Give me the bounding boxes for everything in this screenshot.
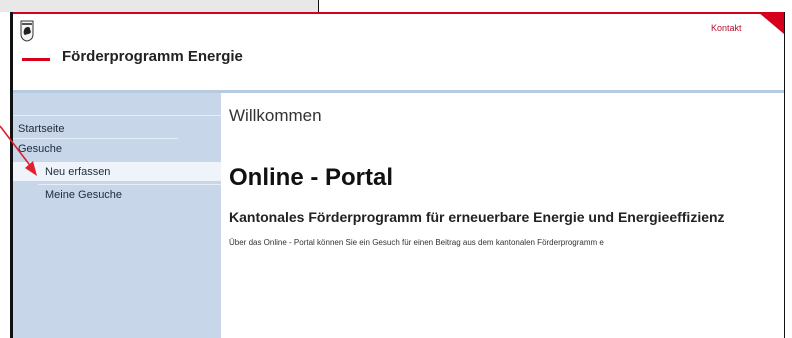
frame-left-border: [10, 12, 13, 338]
page-header: Förderprogramm Energie Kontakt: [13, 14, 784, 90]
app-title: Förderprogramm Energie: [62, 48, 243, 65]
sidebar-item-meine-gesuche[interactable]: Meine Gesuche: [45, 189, 122, 201]
outer-window-bar: [0, 0, 318, 12]
brand-corner: [758, 12, 784, 34]
sidebar-item-gesuche[interactable]: Gesuche: [18, 143, 62, 155]
brand-dash: [22, 58, 50, 61]
nav-divider: [13, 115, 221, 116]
main-content: Willkommen Online - Portal Kantonales Fö…: [221, 93, 784, 338]
sidebar-nav: Startseite Gesuche Neu erfassen Meine Ge…: [13, 93, 221, 338]
nav-divider: [38, 184, 221, 185]
sidebar-item-startseite[interactable]: Startseite: [18, 123, 64, 135]
coat-of-arms-bear-icon: [20, 20, 34, 42]
nav-divider: [13, 138, 178, 139]
frame-divider: [318, 0, 319, 12]
frame-right-border: [784, 12, 785, 338]
page-title: Online - Portal: [229, 164, 394, 191]
welcome-heading: Willkommen: [229, 106, 322, 125]
contact-link[interactable]: Kontakt: [711, 23, 742, 33]
page-subtitle: Kantonales Förderprogramm für erneuerbar…: [229, 209, 725, 225]
sidebar-item-neu-erfassen[interactable]: Neu erfassen: [45, 166, 110, 178]
intro-paragraph: Über das Online - Portal können Sie ein …: [229, 238, 604, 247]
